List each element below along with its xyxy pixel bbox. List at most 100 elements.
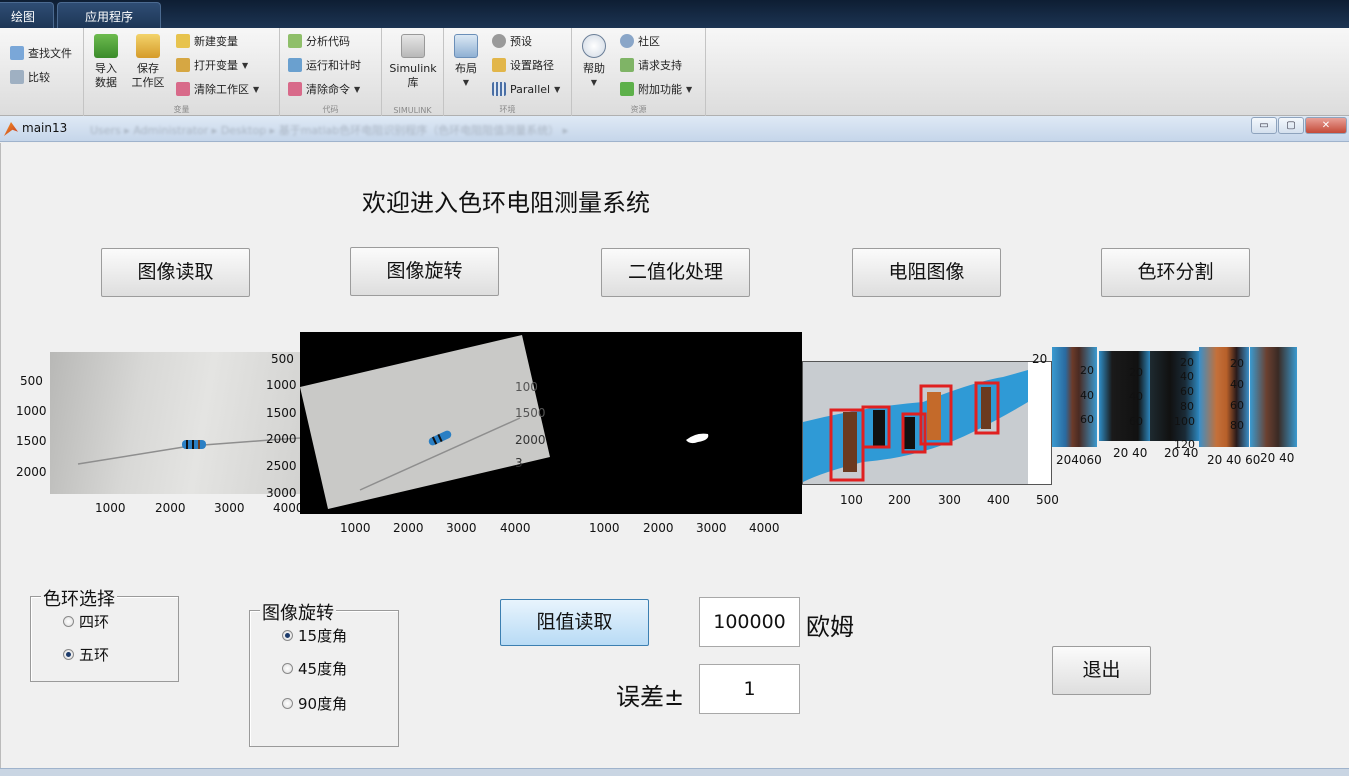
figure-titlebar[interactable]: main13 Users ▸ Administrator ▸ Desktop ▸…: [0, 116, 1349, 142]
import-data-label-2: 数据: [95, 76, 117, 89]
tab-apps[interactable]: 应用程序: [57, 2, 161, 28]
seg3-ytick: 40: [1180, 370, 1194, 383]
ax1-ytick: 2000: [16, 465, 47, 479]
ribbon-group-label: 环境: [499, 105, 516, 114]
chevron-down-icon: ▼: [590, 78, 598, 87]
analyze-code-button[interactable]: 分析代码: [288, 32, 350, 50]
axes-ring-5: [1250, 347, 1297, 447]
chevron-down-icon: ▼: [686, 84, 693, 94]
radio-45-degree[interactable]: 45度角: [282, 658, 347, 679]
seg4-ytick: 20: [1230, 357, 1244, 370]
ax3-hidden-tick: 1500: [515, 406, 546, 420]
rotate-image-button[interactable]: 图像旋转: [350, 247, 499, 296]
request-support-button[interactable]: 请求支持: [620, 56, 682, 74]
seg4-xtick: 20 40 60: [1207, 453, 1261, 467]
addons-label: 附加功能: [638, 83, 682, 96]
preferences-button[interactable]: 预设: [492, 32, 532, 50]
addons-button[interactable]: 附加功能 ▼: [620, 80, 692, 98]
maximize-button[interactable]: ▢: [1278, 117, 1304, 134]
ax2-xtick: 1000: [340, 521, 371, 535]
seg4-ytick: 40: [1230, 378, 1244, 391]
find-files-label: 查找文件: [28, 47, 72, 60]
binarize-button[interactable]: 二值化处理: [601, 248, 750, 297]
axes-original-image: [50, 352, 300, 494]
tolerance-label: 误差±: [616, 683, 685, 711]
radio-dot: [282, 663, 293, 674]
open-variable-button[interactable]: 打开变量 ▼: [176, 56, 248, 74]
radio-15-degree[interactable]: 15度角: [282, 625, 347, 646]
tolerance-value-field[interactable]: 1: [699, 664, 800, 714]
read-image-button[interactable]: 图像读取: [101, 248, 250, 297]
chevron-down-icon: ▼: [554, 84, 561, 94]
ax4-xtick: 100: [840, 493, 863, 507]
layout-icon: [454, 34, 478, 58]
radio-90-degree-label: 90度角: [298, 695, 348, 713]
addons-icon: [620, 82, 634, 96]
ax2-ytick: 1000: [266, 378, 297, 392]
ax2-ytick: 500: [271, 352, 294, 366]
import-data-button[interactable]: 导入 数据: [92, 34, 120, 90]
rotate-angle-panel-title: 图像旋转: [260, 599, 336, 625]
run-and-time-button[interactable]: 运行和计时: [288, 56, 361, 74]
axes-ring-2: [1099, 351, 1151, 441]
parallel-label: Parallel: [510, 82, 551, 96]
original-resistor-image: [77, 437, 300, 465]
community-button[interactable]: 社区: [620, 32, 660, 50]
radio-four-ring[interactable]: 四环: [63, 611, 109, 632]
ax1-xtick: 1000: [95, 501, 126, 515]
seg2-xtick: 20 40: [1113, 446, 1148, 460]
radio-five-ring[interactable]: 五环: [63, 644, 109, 665]
parallel-button[interactable]: Parallel ▼: [492, 80, 560, 98]
compare-button[interactable]: 比较: [10, 68, 50, 86]
minimize-button[interactable]: ▭: [1251, 117, 1277, 134]
clear-workspace-button[interactable]: 清除工作区 ▼: [176, 80, 259, 98]
seg1-ytick: 60: [1080, 413, 1094, 426]
ax2-xtick: 2000: [393, 521, 424, 535]
simulink-library-button[interactable]: Simulink 库: [388, 34, 438, 90]
ax4-ytick: 20: [1032, 352, 1048, 366]
new-variable-icon: [176, 34, 190, 48]
radio-90-degree[interactable]: 90度角: [282, 693, 347, 714]
set-path-button[interactable]: 设置路径: [492, 56, 554, 74]
seg1-ytick: 20: [1080, 364, 1094, 377]
chevron-down-icon: ▼: [462, 78, 470, 87]
ax1-xtick: 3000: [214, 501, 245, 515]
axes-resistor-image: [802, 361, 1052, 485]
clear-commands-label: 清除命令: [306, 83, 350, 96]
run-and-time-icon: [288, 58, 302, 72]
seg2-ytick: 20: [1129, 366, 1143, 379]
resistance-value-field[interactable]: 100000: [699, 597, 800, 647]
seg3-ytick: 80: [1180, 400, 1194, 413]
ax2-ytick: 3000: [266, 486, 297, 500]
radio-15-degree-label: 15度角: [298, 627, 348, 645]
layout-button[interactable]: 布局 ▼: [452, 34, 480, 90]
clear-workspace-icon: [176, 82, 190, 96]
help-button[interactable]: 帮助 ▼: [580, 34, 608, 90]
radio-dot-selected: [63, 649, 74, 660]
clear-commands-button[interactable]: 清除命令 ▼: [288, 80, 360, 98]
ax1-xtick: 2000: [155, 501, 186, 515]
ring-segment-button[interactable]: 色环分割: [1101, 248, 1250, 297]
analyze-code-icon: [288, 34, 302, 48]
read-value-button[interactable]: 阻值读取: [500, 599, 649, 646]
seg4-ytick: 60: [1230, 399, 1244, 412]
run-and-time-label: 运行和计时: [306, 59, 361, 72]
exit-button[interactable]: 退出: [1052, 646, 1151, 695]
resistor-image-button[interactable]: 电阻图像: [852, 248, 1001, 297]
save-workspace-button[interactable]: 保存 工作区: [130, 34, 166, 90]
app-heading: 欢迎进入色环电阻测量系统: [362, 189, 650, 217]
radio-45-degree-label: 45度角: [298, 660, 348, 678]
ax3-xtick: 4000: [749, 521, 780, 535]
axes-binary-image: [550, 332, 802, 514]
new-variable-button[interactable]: 新建变量: [176, 32, 238, 50]
ribbon-group-label: SIMULINK: [393, 106, 432, 115]
ax3-xtick: 2000: [643, 521, 674, 535]
gear-icon: [492, 34, 506, 48]
tab-plots[interactable]: 绘图: [0, 2, 54, 28]
folder-icon: [492, 58, 506, 72]
ribbon-group-label: 代码: [322, 105, 339, 114]
seg2-ytick: 40: [1129, 390, 1143, 403]
ribbon-group-variable: 导入 数据 保存 工作区 新建变量 打开变量 ▼ 清除工作区 ▼ 变量: [84, 28, 280, 116]
close-button[interactable]: ✕: [1305, 117, 1347, 134]
find-files-button[interactable]: 查找文件: [10, 44, 72, 62]
